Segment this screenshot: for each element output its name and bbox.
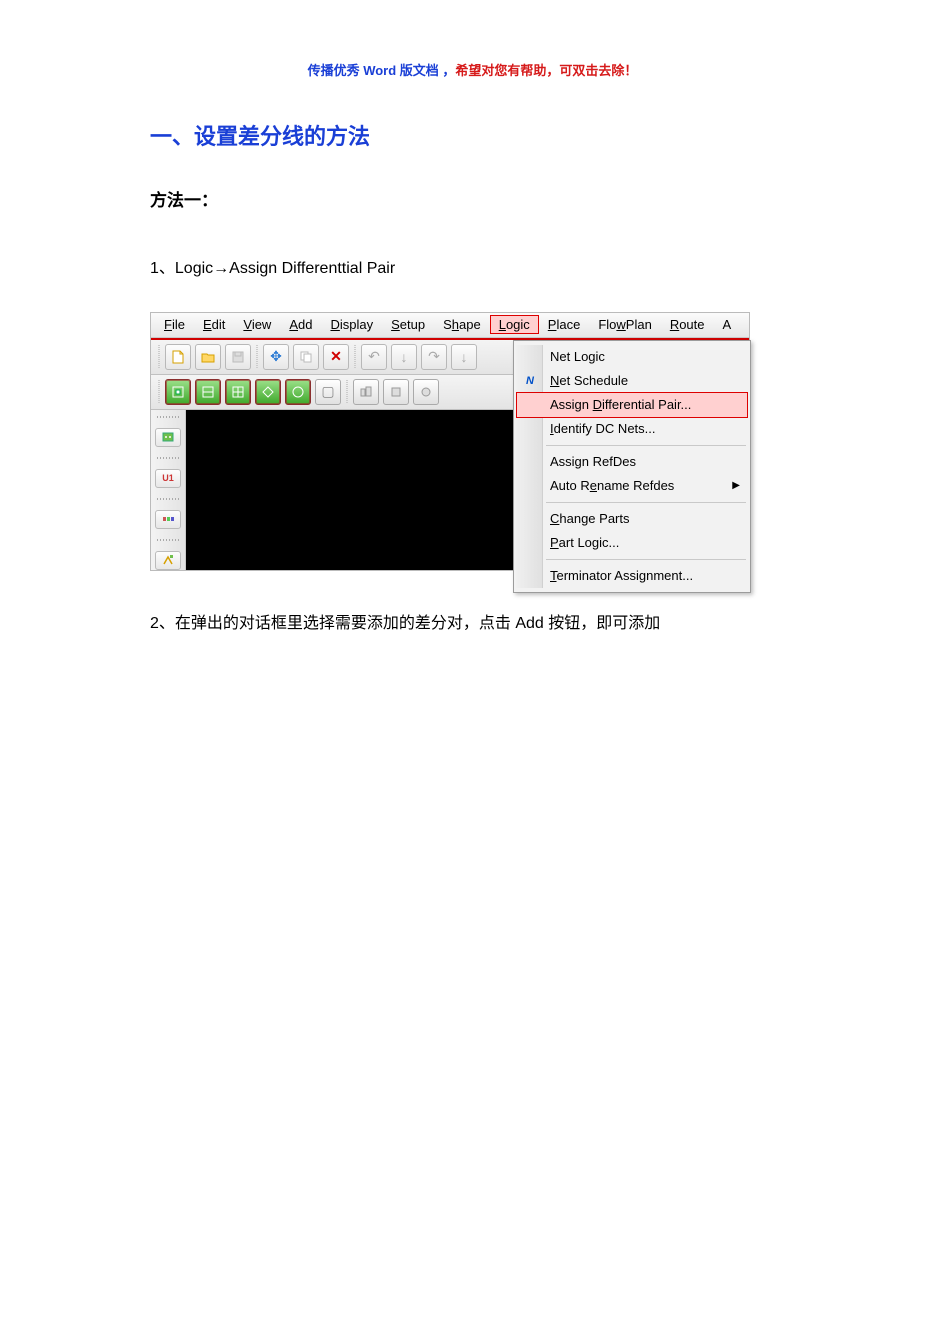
menu-flowplan[interactable]: FlowPlan	[589, 315, 660, 334]
copy-button[interactable]	[293, 344, 319, 370]
move-button[interactable]: ✥	[263, 344, 289, 370]
vtool-1[interactable]	[155, 428, 181, 446]
menu-auto-rename-refdes[interactable]: Auto Rename Refdes ▶	[516, 474, 748, 498]
design-canvas[interactable]	[186, 410, 521, 570]
watermark-header: 传播优秀 Word 版文档 ，希望对您有帮助，可双击去除！	[150, 60, 795, 79]
menu-logic[interactable]: Logic	[490, 315, 539, 334]
menu-display[interactable]: Display	[321, 315, 382, 334]
menu-terminator-assignment[interactable]: Terminator Assignment...	[516, 564, 748, 588]
menu-change-parts[interactable]: Change Parts	[516, 507, 748, 531]
menu-shape[interactable]: Shape	[434, 315, 490, 334]
toolbar-sep-2	[354, 345, 356, 369]
down2-button[interactable]: ↓	[451, 344, 477, 370]
toolbar-grip-2	[158, 380, 160, 404]
watermark-text-2: 希望对您有帮助，可双击去除！	[455, 63, 637, 78]
canvas-area: U1	[151, 410, 541, 570]
toolbar-row-1: ✥ ✕ ↶ ↓ ↷ ↓	[151, 340, 541, 375]
green-tool-4[interactable]	[255, 379, 281, 405]
net-schedule-icon: N	[522, 373, 538, 389]
menu-part-logic[interactable]: Part Logic...	[516, 531, 748, 555]
menu-net-logic[interactable]: Net Logic	[516, 345, 748, 369]
new-file-button[interactable]	[165, 344, 191, 370]
dropdown-sep-3	[546, 559, 746, 560]
menu-setup[interactable]: Setup	[382, 315, 434, 334]
vtoolbar-grip-1	[157, 416, 179, 419]
vtool-2[interactable]: U1	[155, 469, 181, 487]
menu-assign-diff-pair[interactable]: Assign Differential Pair...	[516, 392, 748, 418]
app-screenshot: File Edit View Add Display Setup Shape L…	[150, 312, 750, 571]
menu-net-schedule[interactable]: N Net Schedule	[516, 369, 748, 393]
logic-dropdown-menu: Net Logic N Net Schedule Assign Differen…	[513, 340, 751, 593]
method-subheading: 方法一：	[150, 186, 795, 211]
down-button[interactable]: ↓	[391, 344, 417, 370]
vtool-4[interactable]	[155, 551, 181, 569]
menu-view[interactable]: View	[234, 315, 280, 334]
shape-tool-3[interactable]	[413, 379, 439, 405]
toolbar-sep-3	[346, 380, 348, 404]
shape-tool-1[interactable]	[353, 379, 379, 405]
menu-place[interactable]: Place	[539, 315, 590, 334]
vertical-toolbar: U1	[151, 410, 186, 570]
vtoolbar-grip-4	[157, 539, 179, 542]
menu-a[interactable]: A	[714, 315, 741, 334]
green-tool-5[interactable]	[285, 379, 311, 405]
menu-identify-dc-nets[interactable]: Identify DC Nets...	[516, 417, 748, 441]
open-file-button[interactable]	[195, 344, 221, 370]
step-2-text: 2、在弹出的对话框里选择需要添加的差分对，点击 Add 按钮，即可添加	[150, 611, 795, 637]
grey-tool-1[interactable]: ▢	[315, 379, 341, 405]
green-tool-2[interactable]	[195, 379, 221, 405]
undo-button[interactable]: ↶	[361, 344, 387, 370]
shape-tool-2[interactable]	[383, 379, 409, 405]
delete-button[interactable]: ✕	[323, 344, 349, 370]
watermark-text-1: 传播优秀 Word 版文档 ，	[308, 63, 456, 78]
section-heading: 一、设置差分线的方法	[150, 119, 795, 151]
menu-file[interactable]: File	[155, 315, 194, 334]
menu-edit[interactable]: Edit	[194, 315, 234, 334]
step-1-text: 1、Logic→Assign Differenttial Pair	[150, 256, 795, 282]
vtool-3[interactable]	[155, 510, 181, 528]
dropdown-sep-1	[546, 445, 746, 446]
submenu-arrow-icon: ▶	[732, 480, 740, 491]
redo-button[interactable]: ↷	[421, 344, 447, 370]
vtoolbar-grip-2	[157, 457, 179, 460]
toolbar-sep-1	[256, 345, 258, 369]
toolbar-row-2: ▢	[151, 375, 541, 410]
menu-route[interactable]: Route	[661, 315, 714, 334]
save-button[interactable]	[225, 344, 251, 370]
menu-bar: File Edit View Add Display Setup Shape L…	[151, 313, 749, 338]
green-tool-3[interactable]	[225, 379, 251, 405]
menu-assign-refdes[interactable]: Assign RefDes	[516, 450, 748, 474]
toolbar-grip	[158, 345, 160, 369]
dropdown-sep-2	[546, 502, 746, 503]
green-tool-1[interactable]	[165, 379, 191, 405]
menu-add[interactable]: Add	[280, 315, 321, 334]
vtoolbar-grip-3	[157, 498, 179, 501]
